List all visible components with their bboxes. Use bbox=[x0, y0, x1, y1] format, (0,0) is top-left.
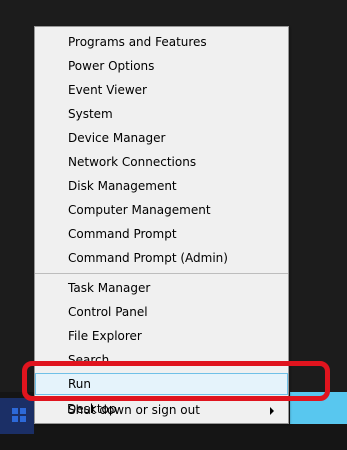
menu-item-command-prompt[interactable]: Command Prompt bbox=[68, 223, 177, 245]
start-screen-tile bbox=[290, 392, 347, 424]
menu-item-system[interactable]: System bbox=[68, 103, 113, 125]
power-user-context-menu: Programs and Features Power Options Even… bbox=[34, 26, 289, 424]
menu-item-power-options[interactable]: Power Options bbox=[68, 55, 154, 77]
menu-item-command-prompt-admin[interactable]: Command Prompt (Admin) bbox=[68, 247, 228, 269]
menu-item-programs-and-features[interactable]: Programs and Features bbox=[68, 31, 207, 53]
start-button[interactable] bbox=[0, 398, 34, 434]
menu-item-run[interactable]: Run bbox=[68, 373, 91, 395]
windows-logo-icon bbox=[12, 408, 26, 422]
menu-item-task-manager[interactable]: Task Manager bbox=[68, 277, 150, 299]
menu-item-device-manager[interactable]: Device Manager bbox=[68, 127, 165, 149]
menu-item-search[interactable]: Search bbox=[68, 349, 109, 371]
menu-item-control-panel[interactable]: Control Panel bbox=[68, 301, 148, 323]
menu-separator bbox=[35, 273, 288, 274]
chevron-right-icon bbox=[270, 407, 274, 415]
menu-item-file-explorer[interactable]: File Explorer bbox=[68, 325, 142, 347]
menu-item-desktop[interactable]: Desktop bbox=[67, 398, 117, 420]
menu-item-disk-management[interactable]: Disk Management bbox=[68, 175, 177, 197]
menu-item-computer-management[interactable]: Computer Management bbox=[68, 199, 211, 221]
menu-item-event-viewer[interactable]: Event Viewer bbox=[68, 79, 147, 101]
menu-item-network-connections[interactable]: Network Connections bbox=[68, 151, 196, 173]
